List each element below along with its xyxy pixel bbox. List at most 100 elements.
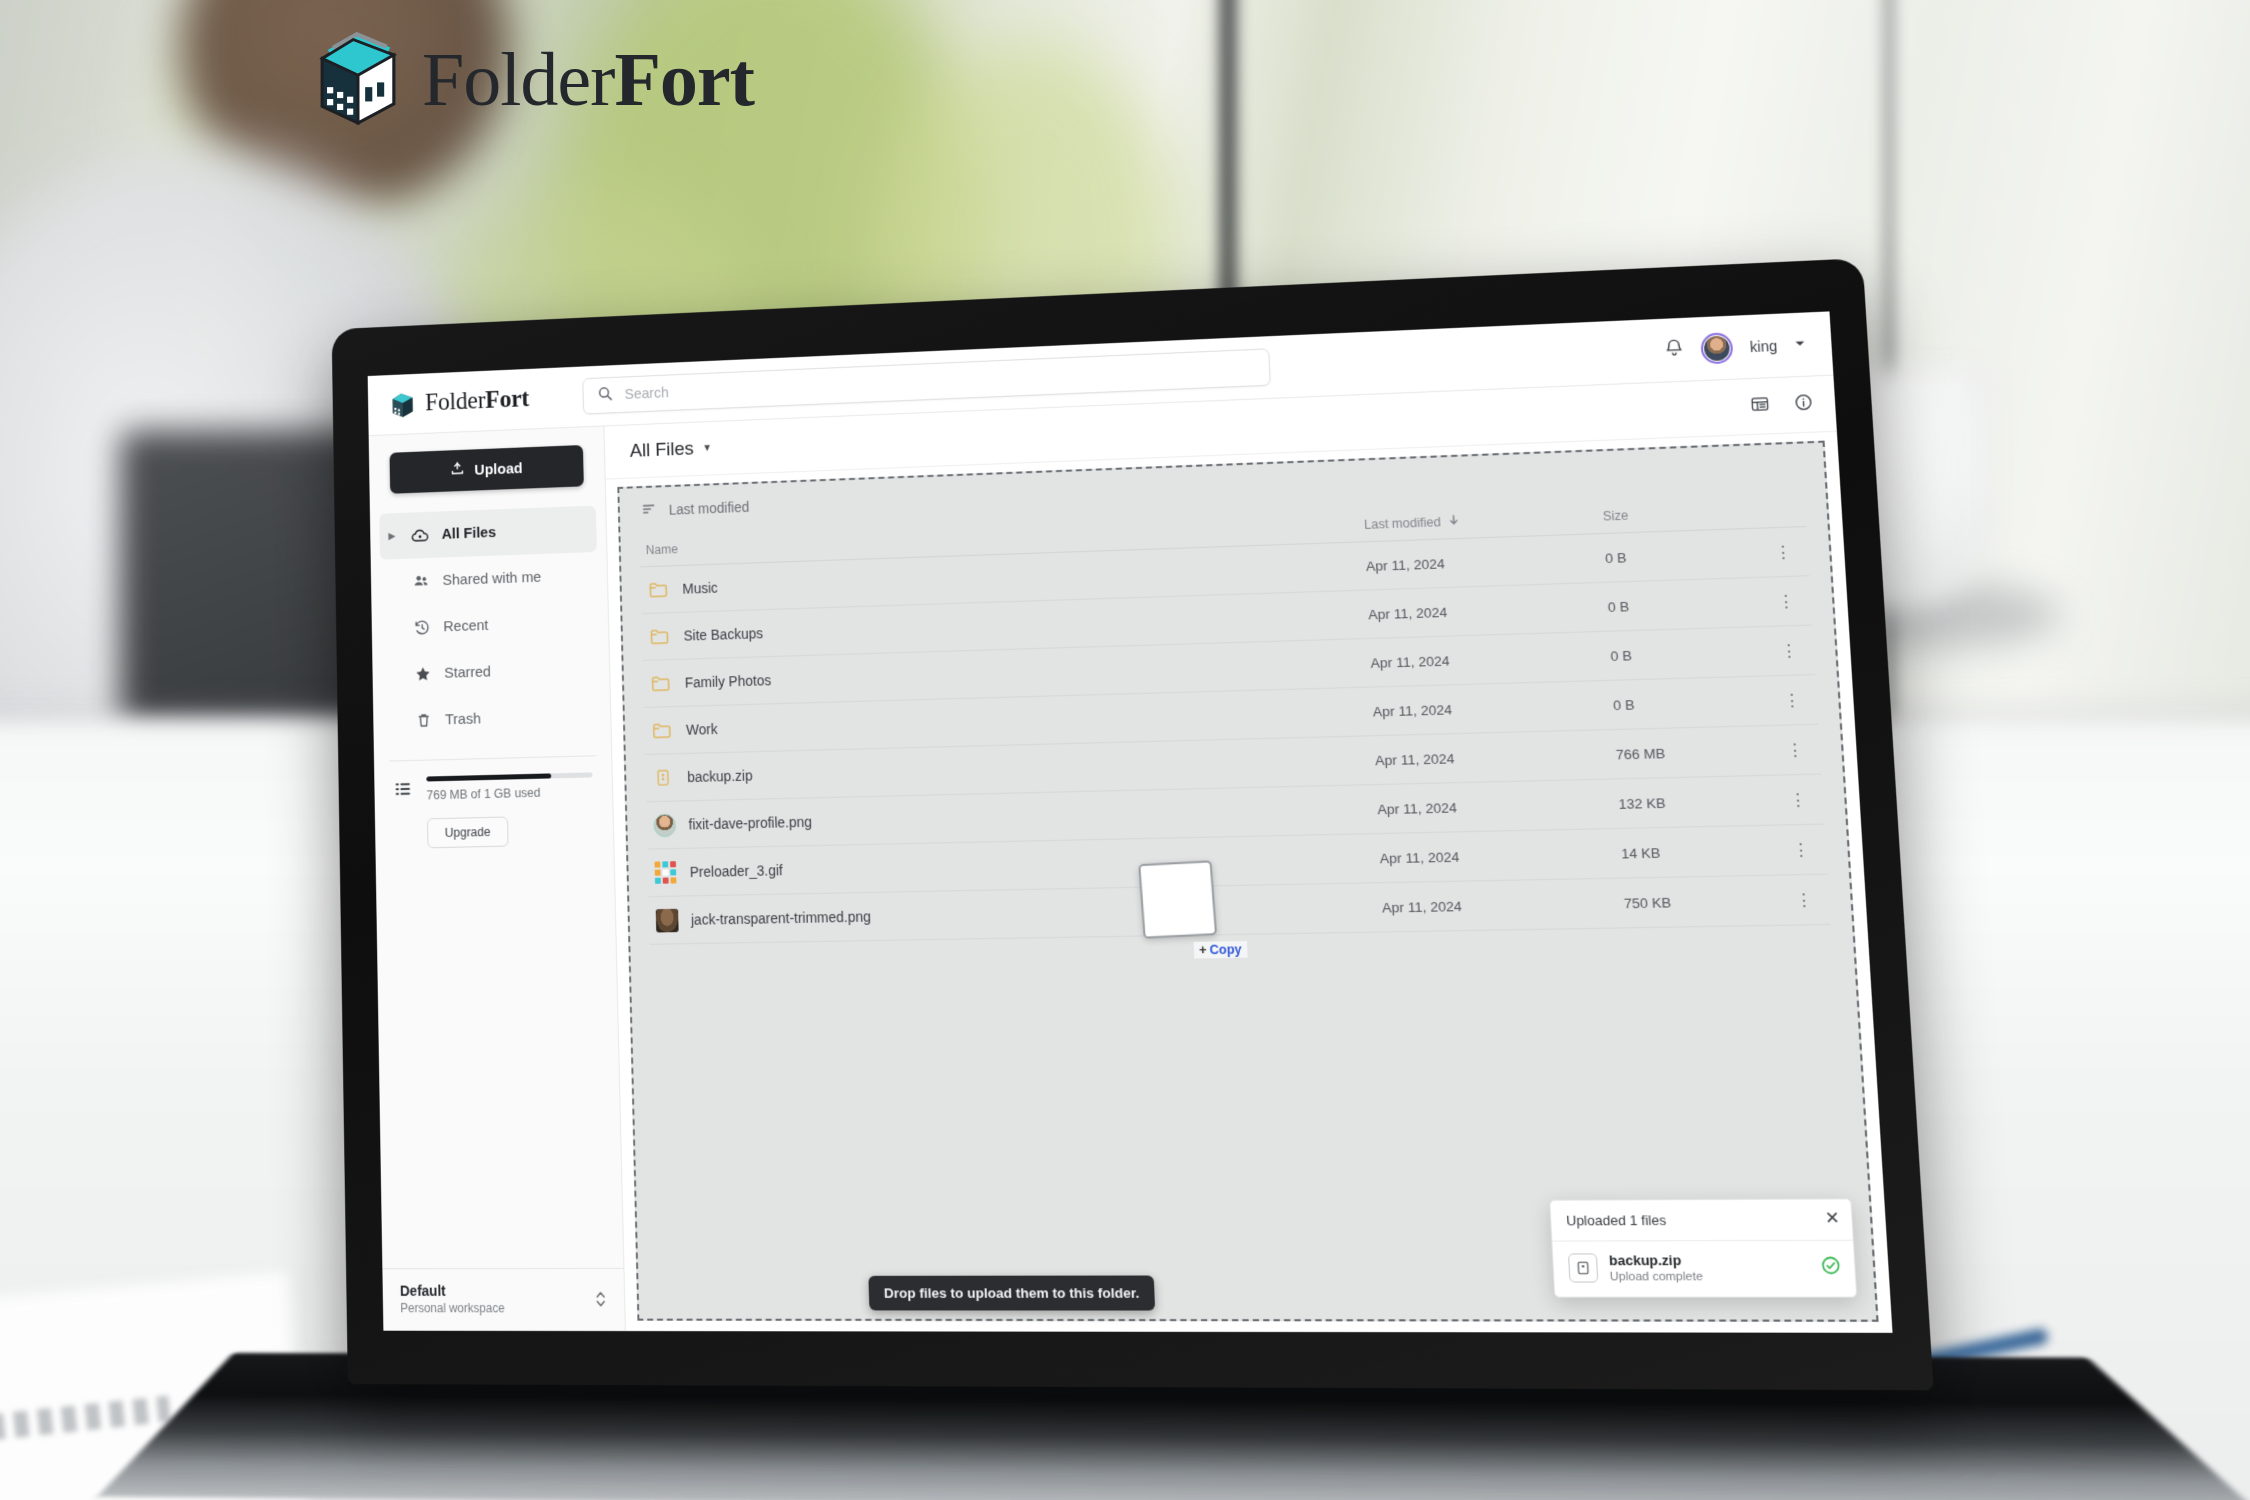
- app-brand[interactable]: FolderFort: [388, 382, 577, 419]
- sidebar: Upload ▶ All Files Shared with me Recent…: [368, 426, 626, 1332]
- search-icon: [597, 385, 614, 406]
- storage-progress-fill: [426, 773, 551, 782]
- sidebar-item-label: Trash: [444, 710, 482, 729]
- avatar[interactable]: [1700, 331, 1734, 364]
- toast-file-row: backup.zip Upload complete: [1552, 1241, 1856, 1297]
- sidebar-item-recent[interactable]: Recent: [381, 599, 599, 652]
- clock-icon: [411, 616, 432, 638]
- cloud-icon: [409, 524, 430, 546]
- sidebar-item-all-files[interactable]: ▶ All Files: [379, 505, 597, 560]
- column-header-size[interactable]: Size: [1602, 503, 1756, 523]
- storage-progress-track: [426, 772, 593, 782]
- kebab-menu-icon: ⋮: [1780, 641, 1798, 661]
- upload-button[interactable]: Upload: [389, 444, 584, 494]
- chevron-down-icon[interactable]: [1794, 335, 1807, 353]
- drag-copy-label: Copy: [1209, 942, 1243, 958]
- drag-copy-badge: + Copy: [1193, 941, 1248, 959]
- file-dropzone[interactable]: Last modified Name Last modified Size Mu…: [617, 440, 1879, 1322]
- avatar-face: [1703, 334, 1731, 361]
- file-modified-cell: Apr 11, 2024: [1379, 848, 1460, 866]
- kebab-menu-icon: ⋮: [1786, 741, 1804, 760]
- toast-header: Uploaded 1 files: [1550, 1199, 1853, 1242]
- info-circle-icon[interactable]: [1793, 392, 1815, 417]
- file-name-cell[interactable]: fixit-dave-profile.png: [647, 797, 1379, 838]
- file-size-cell: 0 B: [1604, 549, 1627, 566]
- file-modified-cell: Apr 11, 2024: [1374, 750, 1455, 768]
- plus-icon: +: [1198, 942, 1207, 958]
- file-size-cell: 14 KB: [1620, 844, 1661, 862]
- row-menu-button[interactable]: ⋮: [1761, 592, 1811, 610]
- file-name-cell[interactable]: Work: [644, 699, 1373, 743]
- kebab-menu-icon: ⋮: [1774, 543, 1792, 562]
- gif-dots-thumb: [654, 861, 677, 884]
- close-icon[interactable]: [1825, 1210, 1840, 1229]
- storage-section: 769 MB of 1 GB used: [374, 756, 612, 804]
- upgrade-button[interactable]: Upgrade: [427, 816, 509, 849]
- kebab-menu-icon: ⋮: [1777, 592, 1795, 611]
- file-name-cell[interactable]: Family Photos: [643, 650, 1371, 696]
- table-rows: Music Apr 11, 2024 0 B ⋮ Site Backups Apr 11,…: [640, 526, 1831, 945]
- sidebar-item-starred[interactable]: Starred: [382, 645, 601, 698]
- search-placeholder: Search: [624, 384, 669, 403]
- brand-name-light: Folder: [424, 386, 486, 416]
- row-menu-button[interactable]: ⋮: [1779, 891, 1830, 909]
- workspace-subtitle: Personal workspace: [400, 1300, 505, 1316]
- file-modified-cell: Apr 11, 2024: [1381, 897, 1463, 916]
- breadcrumb-label: All Files: [629, 438, 694, 462]
- file-name-label: Site Backups: [683, 625, 764, 644]
- username-label: king: [1749, 337, 1778, 355]
- row-menu-button[interactable]: ⋮: [1767, 691, 1817, 709]
- row-menu-button[interactable]: ⋮: [1776, 841, 1827, 859]
- column-header-modified[interactable]: Last modified: [1364, 508, 1604, 532]
- brand-name-bold: Fort: [485, 385, 530, 414]
- storage-meter: 769 MB of 1 GB used: [426, 772, 593, 802]
- brand-text: FolderFort: [425, 385, 530, 417]
- breadcrumb[interactable]: All Files ▼: [630, 437, 713, 462]
- file-size-cell: 0 B: [1610, 647, 1633, 664]
- main-panel: All Files ▼ Last modified Name Last modi…: [604, 375, 1893, 1333]
- sort-icon: [641, 500, 658, 521]
- row-menu-button[interactable]: ⋮: [1758, 543, 1808, 561]
- kebab-menu-icon: ⋮: [1783, 691, 1801, 710]
- list-view-icon[interactable]: [1749, 394, 1771, 419]
- star-icon: [412, 663, 433, 685]
- trash-icon: [413, 709, 434, 731]
- sidebar-item-label: Recent: [443, 617, 489, 636]
- toast-file-status: Upload complete: [1609, 1270, 1704, 1284]
- folderfort-app: FolderFort Search king Upload ▶ All File…: [367, 311, 1893, 1333]
- file-name-label: Family Photos: [684, 672, 772, 691]
- zip-file-icon: [1567, 1253, 1599, 1283]
- file-name-cell[interactable]: backup.zip: [645, 748, 1375, 791]
- workspace-switcher[interactable]: Default Personal workspace: [382, 1267, 625, 1332]
- file-name-cell[interactable]: jack-transparent-trimmed.png: [649, 895, 1383, 933]
- file-name-label: fixit-dave-profile.png: [688, 813, 813, 833]
- kebab-menu-icon: ⋮: [1789, 790, 1807, 810]
- gif-dots-thumb: [654, 860, 678, 885]
- kebab-menu-icon: ⋮: [1795, 891, 1813, 910]
- file-size-cell: 0 B: [1607, 598, 1630, 615]
- kebab-menu-icon: ⋮: [1792, 840, 1810, 860]
- row-menu-button[interactable]: ⋮: [1770, 741, 1820, 759]
- laptop-screen: FolderFort Search king Upload ▶ All File…: [367, 311, 1893, 1333]
- row-menu-button[interactable]: ⋮: [1773, 791, 1824, 809]
- people-icon: [410, 570, 431, 592]
- file-modified-cell: Apr 11, 2024: [1367, 603, 1448, 622]
- sidebar-item-shared-with-me[interactable]: Shared with me: [380, 552, 598, 606]
- file-name-cell[interactable]: Preloader_3.gif: [648, 846, 1381, 885]
- caret-down-icon[interactable]: ▼: [702, 443, 712, 454]
- bell-icon[interactable]: [1664, 337, 1685, 362]
- sidebar-item-trash[interactable]: Trash: [382, 692, 601, 745]
- main-header-actions: [1749, 392, 1814, 418]
- chevron-up-down-icon[interactable]: [595, 1288, 607, 1309]
- drag-preview-ghost: [1138, 860, 1218, 939]
- row-menu-button[interactable]: ⋮: [1764, 641, 1814, 661]
- laptop: FolderFort Search king Upload ▶ All File…: [97, 258, 2250, 1500]
- image-thumb-face: [652, 813, 676, 837]
- caret-right-icon[interactable]: ▶: [385, 531, 398, 542]
- file-name-label: Preloader_3.gif: [689, 862, 783, 881]
- files-table: Name Last modified Size Music Apr 11, 20…: [620, 491, 1876, 1320]
- image-thumb-face: [652, 813, 676, 838]
- folder-icon: [650, 718, 674, 743]
- storage-bars-icon: [393, 779, 414, 801]
- file-name-label: backup.zip: [687, 767, 753, 786]
